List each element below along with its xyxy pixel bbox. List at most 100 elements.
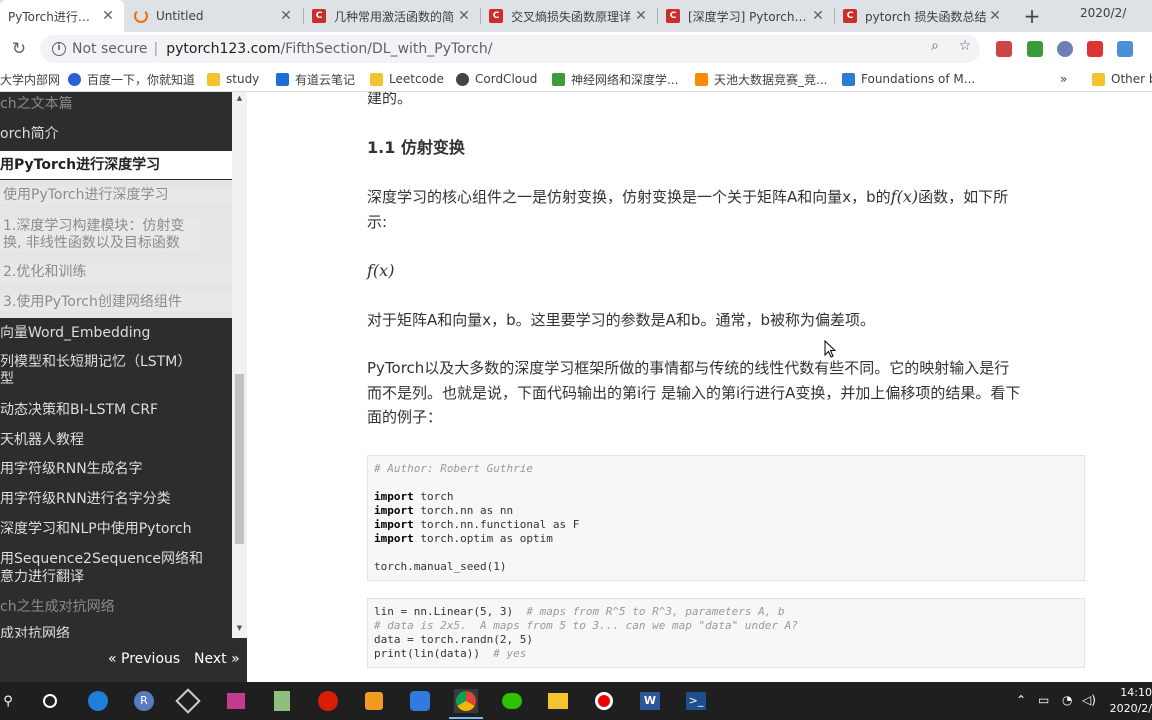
sidebar-item[interactable]: 用Sequence2Sequence网络和 (0, 551, 232, 568)
sidebar-subitem[interactable]: 1.深度学习构建模块：仿射变换, 非线性函数以及目标函数 (0, 218, 200, 252)
red-extension-icon[interactable] (1087, 41, 1103, 57)
battery-icon[interactable]: ▭ (1038, 693, 1049, 707)
puzzle-extension-icon[interactable] (1027, 41, 1043, 57)
bookmark-leetcode[interactable]: Leetcode (370, 70, 444, 88)
zoom-icon[interactable]: ⌕ (926, 38, 944, 54)
chrome-icon[interactable] (454, 689, 478, 713)
system-clock[interactable]: 14:10 2020/2/ (1108, 685, 1152, 717)
tab-untitled[interactable]: Untitled ✕ (126, 0, 302, 32)
sidebar-item-active[interactable]: 用PyTorch进行深度学习 (0, 151, 232, 179)
sidebar-item[interactable]: ch之文本篇 (0, 96, 232, 113)
pager: « Previous Next » (0, 638, 247, 682)
word-icon[interactable]: W (638, 689, 662, 713)
bookmark-baidu[interactable]: 百度一下，你就知道 (68, 70, 195, 88)
tab-pytorch[interactable]: PyTorch进行深度 ✕ (0, 0, 124, 32)
notepad-icon[interactable] (270, 689, 294, 713)
sidebar-subitem[interactable]: 使用PyTorch进行深度学习 (0, 187, 232, 204)
close-icon[interactable]: ✕ (810, 8, 826, 24)
reload-icon[interactable]: ↻ (8, 38, 30, 60)
more-icon: » (1060, 72, 1068, 86)
wifi-icon[interactable]: ◔ (1062, 693, 1072, 707)
close-icon[interactable]: ✕ (987, 8, 1003, 24)
owl-extension-icon[interactable] (1057, 41, 1073, 57)
search-icon[interactable]: ⚲ (0, 689, 20, 713)
address-bar[interactable]: i Not secure | pytorch123.com /FifthSect… (40, 35, 980, 63)
bookmark-cordcloud[interactable]: CordCloud (456, 70, 537, 88)
sublime-icon[interactable] (362, 689, 386, 713)
browser-toolbar: ↻ i Not secure | pytorch123.com /FifthSe… (0, 32, 1152, 66)
wechat-icon[interactable] (500, 689, 524, 713)
code-block[interactable]: # Author: Robert Guthrie import torch im… (367, 455, 1085, 581)
sidebar-item[interactable]: 成对抗网络 (0, 626, 232, 638)
code-comment: # maps from R^5 to R^3, parameters A, b (526, 605, 785, 618)
sidebar-item[interactable]: 用字符级RNN进行名字分类 (0, 491, 232, 508)
sidebar-item[interactable]: 天机器人教程 (0, 432, 232, 449)
bookmark-other[interactable]: Other b (1092, 70, 1152, 88)
bookmark-nn-dl[interactable]: 神经网络和深度学... (552, 70, 678, 88)
volume-icon[interactable]: ◁) (1082, 693, 1096, 707)
tianchi-icon (695, 72, 708, 86)
close-icon[interactable]: ✕ (100, 8, 116, 24)
sidebar-item[interactable]: 用字符级RNN生成名字 (0, 461, 232, 478)
pdf-extension-icon[interactable] (996, 41, 1012, 57)
pen-app-icon[interactable] (408, 689, 432, 713)
paragraph-text: 函数，如下所 (918, 188, 1009, 206)
tab-cross-entropy[interactable]: C 交叉熵损失函数原理详 ✕ (481, 0, 657, 32)
close-icon[interactable]: ✕ (278, 8, 294, 24)
scroll-up-icon[interactable]: ▲ (232, 94, 247, 102)
sidebar-scrollbar[interactable]: ▲ ▼ (232, 92, 247, 638)
close-icon[interactable]: ✕ (633, 8, 649, 24)
csdn-favicon: C (312, 9, 326, 23)
previous-link[interactable]: « Previous (108, 651, 180, 667)
scrollbar-thumb[interactable] (235, 374, 244, 544)
bookmark-tianchi[interactable]: 天池大数据竞赛_竞... (695, 70, 827, 88)
file-explorer-icon[interactable] (546, 689, 570, 713)
code-comment: # yes (493, 647, 527, 660)
tab-loss-functions[interactable]: C pytorch 损失函数总结 ✕ (835, 0, 1011, 32)
bookmark-youdao[interactable]: 有道云笔记 (276, 70, 355, 88)
sidebar-subitem[interactable]: 2.优化和训练 (0, 264, 232, 281)
bookmarks-more-button[interactable]: » (1060, 70, 1067, 88)
image-extension-icon[interactable] (1117, 41, 1133, 57)
sidebar-subitem[interactable]: 3.使用PyTorch创建网络组件 (0, 294, 232, 311)
close-icon[interactable]: ✕ (456, 8, 472, 24)
bookmark-label: Foundations of M... (861, 72, 976, 86)
sidebar-item[interactable]: 列模型和长短期记忆（LSTM） (0, 354, 232, 371)
bookmark-star-icon[interactable]: ☆ (956, 38, 974, 54)
sidebar-item[interactable]: 深度学习和NLP中使用Pytorch (0, 521, 232, 538)
edge-icon[interactable] (86, 689, 110, 713)
code-text: torch.nn as nn (413, 504, 514, 517)
doc-content: 建的。 1.1 仿射变换 深度学习的核心组件之一是仿射变换，仿射变换是一个关于矩… (247, 92, 1152, 682)
virtualbox-icon[interactable] (175, 688, 201, 714)
scroll-down-icon[interactable]: ▼ (232, 624, 247, 632)
tab-pytorch-nn[interactable]: C [深度学习] Pytorch nn ✕ (658, 0, 834, 32)
code-block[interactable]: lin = nn.Linear(5, 3) # maps from R^5 to… (367, 598, 1085, 668)
record-icon[interactable] (592, 689, 616, 713)
sidebar-item[interactable]: 型 (0, 371, 232, 388)
sidebar-item[interactable]: ch之生成对抗网络 (0, 599, 232, 616)
tab-label: pytorch 损失函数总结 (865, 9, 987, 24)
bookmark-study[interactable]: study (207, 70, 259, 88)
bookmark-campus[interactable]: 大学内部网 (0, 70, 60, 88)
bookmark-label: 有道云笔记 (295, 72, 356, 87)
next-link[interactable]: Next » (194, 651, 240, 667)
sidebar-item[interactable]: orch简介 (0, 126, 232, 143)
bookmark-label: study (226, 72, 260, 86)
clock-date: 2020/2/ (1109, 702, 1152, 715)
tab-activation-functions[interactable]: C 几种常用激活函数的简 ✕ (304, 0, 480, 32)
info-icon[interactable]: i (52, 42, 66, 56)
tray-chevron-icon[interactable]: ⌃ (1016, 693, 1026, 707)
netease-music-icon[interactable] (316, 689, 340, 713)
task-view-icon[interactable] (38, 689, 62, 713)
powershell-icon[interactable]: >_ (684, 689, 708, 713)
code-text: torch.optim as optim (413, 532, 553, 545)
r-app-icon[interactable]: R (132, 689, 156, 713)
sidebar-item[interactable]: 向量Word_Embedding (0, 325, 232, 342)
new-tab-button[interactable]: + (1020, 4, 1044, 28)
media-app-icon[interactable] (224, 689, 248, 713)
sidebar-item[interactable]: 意力进行翻译 (0, 569, 232, 586)
paragraph: 面的例子： (367, 408, 443, 426)
bookmarks-bar: 大学内部网 百度一下，你就知道 study 有道云笔记 Leetcode Cor… (0, 66, 1152, 92)
bookmark-foundations[interactable]: Foundations of M... (842, 70, 975, 88)
sidebar-item[interactable]: 动态决策和BI-LSTM CRF (0, 402, 232, 419)
